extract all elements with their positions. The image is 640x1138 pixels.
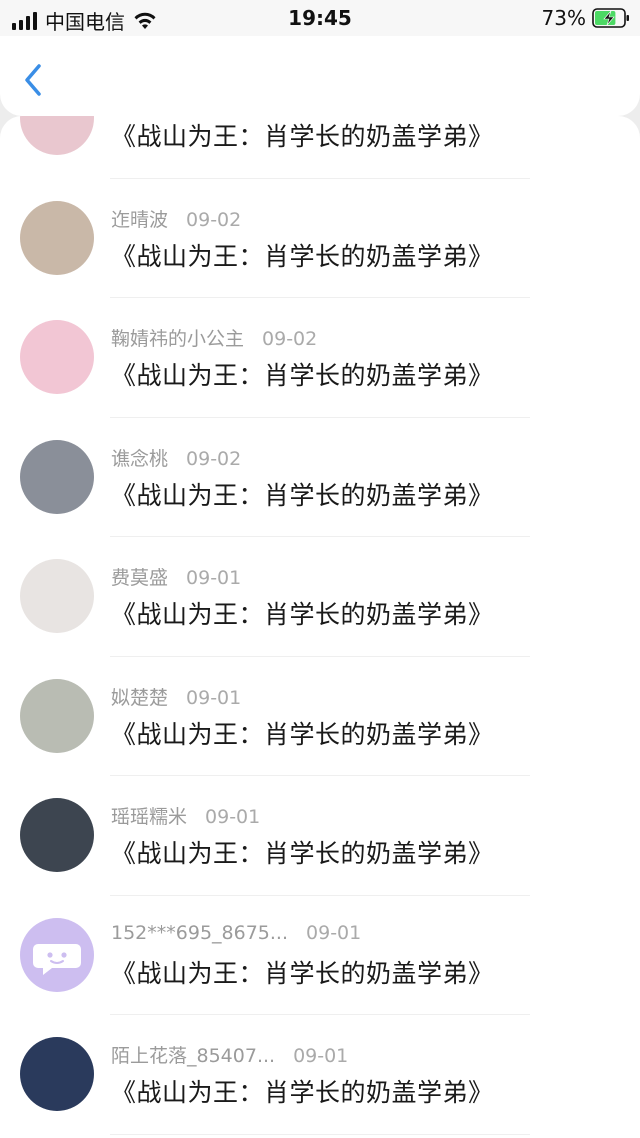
battery-percent: 73% <box>541 6 586 30</box>
item-meta: 152***695_8675... 09-01 <box>111 922 361 944</box>
battery-charging-icon <box>592 8 629 28</box>
item-meta: 陌上花落_85407... 09-01 <box>111 1041 348 1068</box>
message-list: 《战山为王：肖学长的奶盖学弟》 迮晴波 09-02 《战山为王：肖学长的奶盖学弟》… <box>0 116 640 1135</box>
username: 谯念桃 <box>111 447 169 470</box>
item-meta: 谯念桃 09-02 <box>111 444 241 471</box>
avatar-default[interactable] <box>20 917 94 992</box>
username: 迮晴波 <box>111 208 169 231</box>
avatar[interactable] <box>20 559 94 633</box>
timestamp: 09-02 <box>186 208 242 231</box>
username: 陌上花落_85407... <box>111 1045 276 1067</box>
book-title: 《战山为王：肖学长的奶盖学弟》 <box>111 241 494 271</box>
list-item[interactable]: 《战山为王：肖学长的奶盖学弟》 <box>0 116 640 179</box>
item-meta: 鞠婧祎的小公主 09-02 <box>111 324 317 351</box>
status-right: 73% <box>542 6 630 30</box>
timestamp: 09-01 <box>186 567 242 589</box>
username: 姒楚楚 <box>111 686 169 709</box>
book-title: 《战山为王：肖学长的奶盖学弟》 <box>111 958 494 988</box>
book-title: 《战山为王：肖学长的奶盖学弟》 <box>111 1078 494 1107</box>
item-meta: 瑶瑶糯米 09-01 <box>111 802 260 829</box>
message-list-panel: 《战山为王：肖学长的奶盖学弟》 迮晴波 09-02 《战山为王：肖学长的奶盖学弟》… <box>0 116 640 1138</box>
item-meta: 费莫盛 09-01 <box>111 563 241 590</box>
book-title: 《战山为王：肖学长的奶盖学弟》 <box>111 361 494 390</box>
timestamp: 09-01 <box>306 921 362 944</box>
timestamp: 09-01 <box>186 686 242 709</box>
avatar[interactable] <box>20 678 94 753</box>
chat-bubble-icon <box>33 943 81 975</box>
timestamp: 09-01 <box>205 806 261 828</box>
username: 鞠婧祎的小公主 <box>111 328 245 350</box>
list-item[interactable]: 迮晴波 09-02 《战山为王：肖学长的奶盖学弟》 <box>0 179 640 298</box>
back-button[interactable] <box>18 62 48 98</box>
list-item[interactable]: 费莫盛 09-01 《战山为王：肖学长的奶盖学弟》 <box>0 537 640 657</box>
list-item[interactable]: 谯念桃 09-02 《战山为王：肖学长的奶盖学弟》 <box>0 418 640 537</box>
avatar[interactable] <box>20 320 94 394</box>
divider <box>110 1133 530 1135</box>
avatar[interactable] <box>20 116 94 155</box>
timestamp: 09-02 <box>262 328 318 350</box>
username: 费莫盛 <box>111 567 169 589</box>
avatar[interactable] <box>20 200 94 275</box>
timestamp: 09-01 <box>293 1045 349 1067</box>
avatar[interactable] <box>20 439 94 514</box>
username: 152***695_8675... <box>111 921 289 944</box>
avatar[interactable] <box>20 798 94 872</box>
book-title: 《战山为王：肖学长的奶盖学弟》 <box>111 480 494 510</box>
item-meta: 迮晴波 09-02 <box>111 205 241 232</box>
item-meta: 姒楚楚 09-01 <box>111 683 241 710</box>
list-item[interactable]: 陌上花落_85407... 09-01 《战山为王：肖学长的奶盖学弟》 <box>0 1015 640 1135</box>
list-item[interactable]: 姒楚楚 09-01 《战山为王：肖学长的奶盖学弟》 <box>0 657 640 776</box>
book-title: 《战山为王：肖学长的奶盖学弟》 <box>111 122 494 151</box>
list-item[interactable]: 152***695_8675... 09-01 《战山为王：肖学长的奶盖学弟》 <box>0 896 640 1015</box>
nav-header <box>0 36 640 116</box>
list-item[interactable]: 鞠婧祎的小公主 09-02 《战山为王：肖学长的奶盖学弟》 <box>0 298 640 418</box>
list-item[interactable]: 瑶瑶糯米 09-01 《战山为王：肖学长的奶盖学弟》 <box>0 776 640 896</box>
avatar[interactable] <box>20 1037 94 1111</box>
username: 瑶瑶糯米 <box>111 806 188 828</box>
book-title: 《战山为王：肖学长的奶盖学弟》 <box>111 839 494 868</box>
timestamp: 09-02 <box>186 447 242 470</box>
book-title: 《战山为王：肖学长的奶盖学弟》 <box>111 719 494 749</box>
status-bar: 中国电信 19:45 73% <box>0 0 640 36</box>
book-title: 《战山为王：肖学长的奶盖学弟》 <box>111 600 494 629</box>
